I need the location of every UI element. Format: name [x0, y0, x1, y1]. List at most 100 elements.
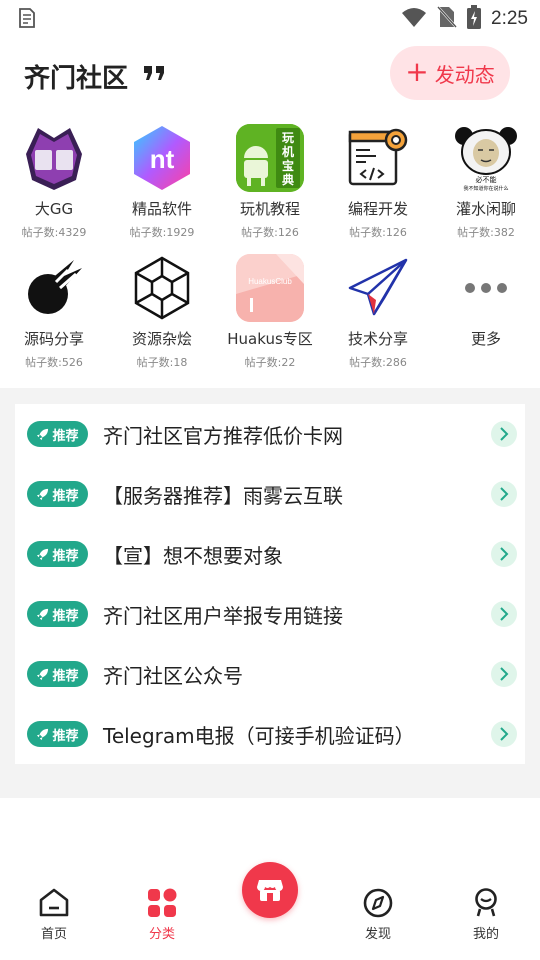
battery-charging-icon [467, 5, 482, 33]
category-post-count: 帖子数:286 [349, 356, 407, 369]
category-item-tech-sharing[interactable]: 技术分享 帖子数:286 [324, 254, 432, 372]
code-window-icon [344, 124, 412, 192]
panda-meme-icon: 必不能 我不知道你在说什么 [452, 124, 520, 192]
category-name: 更多 [470, 330, 501, 348]
category-item-huakus[interactable]: HuakusClub Huakus专区 帖子数:22 [216, 254, 324, 372]
recommend-title: 【宣】想不想要对象 [103, 543, 283, 568]
recommend-tag-label: 推荐 [52, 668, 79, 684]
category-item-programming[interactable]: 编程开发 帖子数:126 [324, 124, 432, 242]
recommend-title: 齐门社区用户举报专用链接 [103, 603, 343, 628]
svg-text:我不知道你在说什么: 我不知道你在说什么 [463, 185, 508, 192]
store-icon [257, 880, 283, 901]
category-post-count: 帖子数:4329 [21, 226, 87, 239]
category-icon [148, 888, 177, 917]
recommend-item[interactable]: 推荐 【宣】想不想要对象 [15, 524, 525, 584]
rocket-icon [37, 548, 49, 560]
svg-text:玩: 玩 [282, 131, 294, 145]
home-icon [39, 888, 69, 917]
category-name: 资源杂烩 [131, 330, 192, 348]
svg-text:典: 典 [282, 172, 294, 187]
svg-text:HuakusClub: HuakusClub [248, 277, 292, 286]
category-name: 源码分享 [23, 330, 84, 348]
category-item-premium-software[interactable]: nt 精品软件 帖子数:1929 [108, 124, 216, 242]
post-status-button[interactable]: + 发动态 [390, 46, 510, 100]
category-name: 大GG [34, 200, 74, 218]
recommend-title: 齐门社区公众号 [103, 663, 243, 688]
no-sim-icon [437, 5, 457, 33]
compass-icon [363, 888, 393, 918]
chevron-right-icon [491, 601, 517, 627]
nav-label: 分类 [148, 927, 175, 942]
paper-plane-icon [344, 254, 412, 322]
recommend-item[interactable]: 推荐 齐门社区官方推荐低价卡网 [15, 404, 525, 464]
recommend-tag: 推荐 [27, 481, 88, 507]
recommend-list: 推荐 齐门社区官方推荐低价卡网 推荐 【服务器推荐】雨雾云互联 推荐 【宣】想不… [15, 404, 525, 764]
nav-profile[interactable]: 我的 [446, 888, 526, 942]
category-grid: 大GG 帖子数:4329 nt 精品软件 帖子数:1929 玩 机 宝 典 玩机… [0, 124, 540, 372]
category-name: 精品软件 [131, 200, 192, 218]
recommend-item[interactable]: 推荐 Telegram电报（可接手机验证码） [15, 704, 525, 764]
recommend-tag-label: 推荐 [52, 548, 79, 564]
page-title: 齐门社区 [24, 64, 129, 94]
svg-text:宝: 宝 [282, 158, 294, 173]
recommend-tag: 推荐 [27, 541, 88, 567]
category-post-count: 帖子数:382 [457, 226, 515, 239]
chevron-right-icon [491, 421, 517, 447]
nav-home[interactable]: 首页 [14, 888, 94, 942]
nav-label: 我的 [472, 927, 499, 942]
recommend-tag-label: 推荐 [52, 728, 79, 744]
android-guide-icon: 玩 机 宝 典 [236, 124, 304, 192]
recommend-item[interactable]: 推荐 齐门社区用户举报专用链接 [15, 584, 525, 644]
recommend-tag: 推荐 [27, 421, 88, 447]
category-post-count: 帖子数:526 [25, 356, 83, 369]
category-name: 灌水闲聊 [455, 200, 516, 218]
plus-icon: + [405, 54, 429, 88]
nt-app-icon: nt [128, 124, 196, 192]
rocket-icon [37, 728, 49, 740]
rocket-icon [37, 488, 49, 500]
chevron-right-icon [491, 481, 517, 507]
category-item-gg[interactable]: 大GG 帖子数:4329 [0, 124, 108, 242]
rocket-icon [37, 608, 49, 620]
notification-doc-icon [16, 7, 38, 33]
category-post-count: 帖子数:18 [136, 356, 188, 369]
recommend-tag: 推荐 [27, 601, 88, 627]
header: 齐门社区 + 发动态 [0, 46, 540, 102]
category-item-resources[interactable]: 资源杂烩 帖子数:18 [108, 254, 216, 372]
nav-discover[interactable]: 发现 [338, 888, 418, 942]
recommend-tag-label: 推荐 [52, 488, 79, 504]
category-post-count: 帖子数:22 [244, 356, 296, 369]
svg-text:必不能: 必不能 [476, 175, 497, 184]
recommend-tag-label: 推荐 [52, 428, 79, 444]
bottom-navigation: 首页 分类 发现 我的 [0, 862, 540, 960]
category-item-more[interactable]: 更多 [432, 254, 540, 372]
quote-icon[interactable] [142, 62, 168, 88]
category-post-count: 帖子数:126 [349, 226, 407, 239]
wifi-icon [401, 6, 427, 32]
store-button[interactable] [242, 862, 298, 918]
chevron-right-icon [491, 541, 517, 567]
recommend-item[interactable]: 推荐 齐门社区公众号 [15, 644, 525, 704]
chevron-right-icon [491, 721, 517, 747]
category-name: Huakus专区 [227, 330, 313, 348]
category-item-chat[interactable]: 必不能 我不知道你在说什么 灌水闲聊 帖子数:382 [432, 124, 540, 242]
nav-category[interactable]: 分类 [122, 888, 202, 942]
nav-label: 发现 [364, 927, 391, 942]
svg-text:nt: nt [150, 144, 175, 174]
category-name: 技术分享 [347, 330, 408, 348]
category-post-count: 帖子数:1929 [129, 226, 195, 239]
more-dots-icon [452, 254, 520, 322]
recommend-tag-label: 推荐 [52, 608, 79, 624]
category-item-source-code[interactable]: 源码分享 帖子数:526 [0, 254, 108, 372]
category-name: 玩机教程 [239, 200, 300, 218]
status-bar: 2:25 [0, 0, 540, 36]
rocket-icon [37, 668, 49, 680]
recommend-tag: 推荐 [27, 661, 88, 687]
recommend-title: Telegram电报（可接手机验证码） [103, 723, 415, 748]
comet-logo-icon [20, 254, 88, 322]
recommend-tag: 推荐 [27, 721, 88, 747]
category-item-phone-tutorials[interactable]: 玩 机 宝 典 玩机教程 帖子数:126 [216, 124, 324, 242]
clock-time: 2:25 [491, 8, 528, 29]
recommend-item[interactable]: 推荐 【服务器推荐】雨雾云互联 [15, 464, 525, 524]
gg-app-icon [20, 124, 88, 192]
